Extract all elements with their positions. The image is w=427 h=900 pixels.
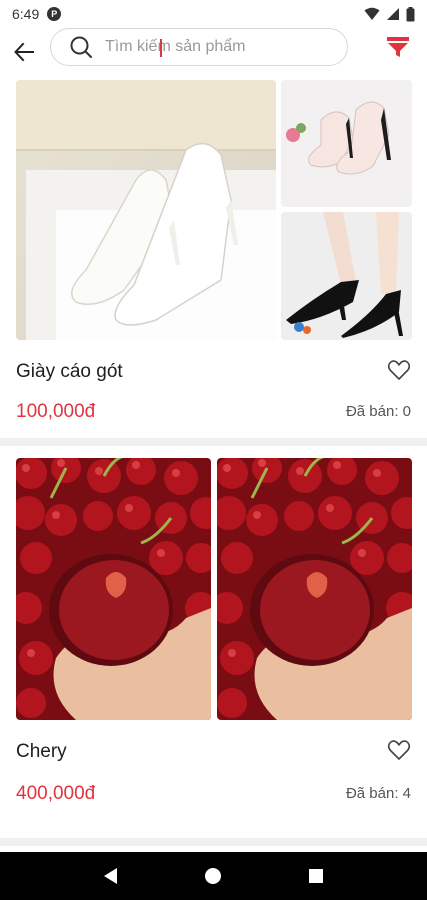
arrow-left-icon: [14, 42, 34, 62]
nav-home-button[interactable]: [193, 856, 233, 896]
back-button[interactable]: [8, 36, 40, 68]
filter-icon: [387, 37, 409, 57]
status-bar: 6:49 P: [0, 0, 427, 28]
product-image-thumb[interactable]: [217, 458, 412, 720]
product-image-main[interactable]: [16, 458, 211, 720]
heart-outline-icon: [387, 740, 411, 760]
product-name[interactable]: Chery: [16, 741, 67, 763]
favorite-button[interactable]: [387, 358, 411, 382]
product-name[interactable]: Giày cáo gót: [16, 361, 123, 383]
product-card[interactable]: Giày cáo gót 100,000đ Đã bán: 0: [0, 80, 427, 438]
product-image-thumb[interactable]: [281, 212, 412, 340]
status-indicators: [364, 6, 415, 22]
cherry-photo: [16, 458, 211, 720]
wifi-icon: [364, 7, 380, 20]
circle-home-icon: [205, 868, 222, 884]
filter-button[interactable]: [385, 34, 411, 60]
product-image-main[interactable]: [16, 80, 276, 340]
triangle-back-icon: [104, 868, 118, 884]
text-cursor: [160, 39, 162, 57]
product-card[interactable]: Chery 400,000đ Đã bán: 4: [0, 458, 427, 838]
card-divider: [0, 838, 427, 846]
card-divider: [0, 438, 427, 446]
nav-back-button[interactable]: [91, 856, 131, 896]
heart-outline-icon: [387, 360, 411, 380]
signal-icon: [387, 8, 399, 20]
battery-icon: [406, 6, 415, 21]
search-header: [0, 28, 427, 76]
search-bar[interactable]: [50, 28, 348, 66]
nav-recent-button[interactable]: [296, 856, 336, 896]
system-navigation-bar: [0, 852, 427, 900]
sold-count: Đã bán: 4: [345, 785, 411, 802]
app-notification-icon: P: [47, 7, 62, 21]
search-icon: [70, 36, 92, 58]
pink-heels-photo: [281, 80, 412, 207]
high-heels-photo: [16, 80, 276, 340]
search-input[interactable]: [105, 38, 305, 56]
product-list: Giày cáo gót 100,000đ Đã bán: 0 Chery 40…: [0, 80, 427, 852]
square-recent-icon: [308, 869, 323, 883]
product-image-thumb[interactable]: [281, 80, 412, 207]
product-price: 400,000đ: [16, 783, 96, 804]
sold-count: Đã bán: 0: [345, 403, 411, 420]
status-time: 6:49: [12, 6, 40, 22]
favorite-button[interactable]: [387, 738, 411, 762]
black-heels-photo: [281, 212, 412, 340]
cherry-photo: [217, 458, 412, 720]
product-price: 100,000đ: [16, 401, 96, 422]
